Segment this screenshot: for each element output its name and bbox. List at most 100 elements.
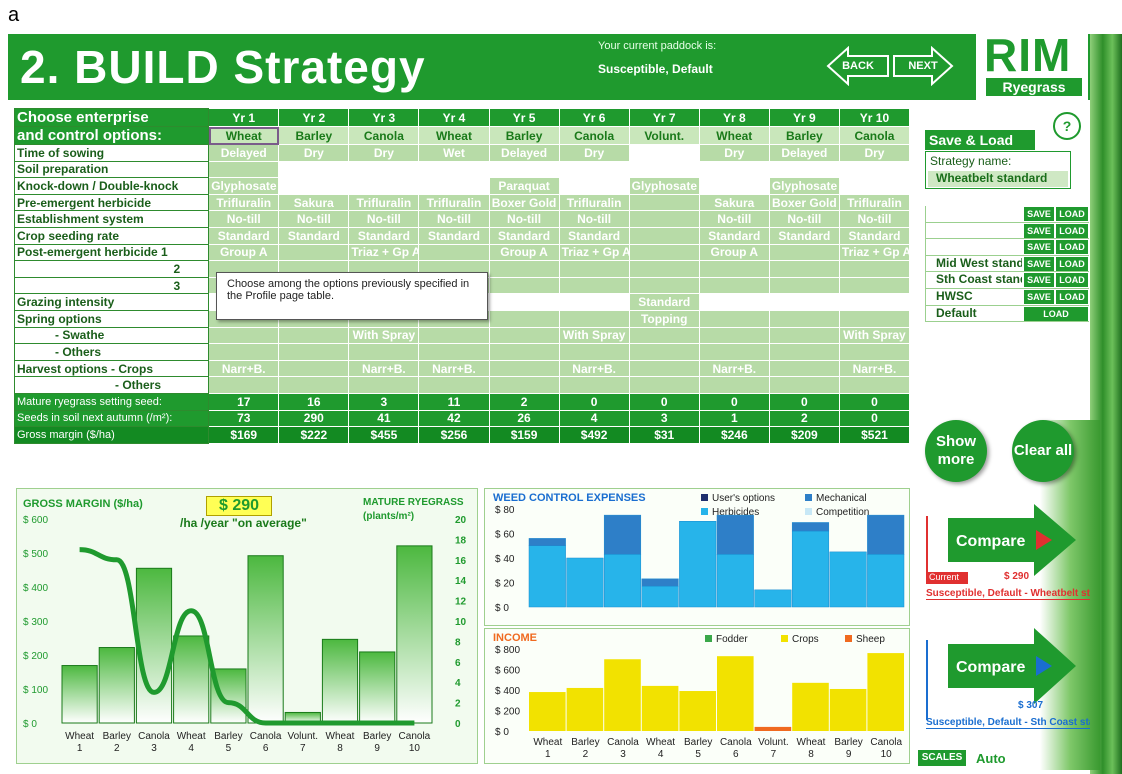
option-cell[interactable] <box>698 326 770 345</box>
option-cell[interactable]: Sakura <box>698 193 770 212</box>
crop-select[interactable]: Wheat <box>418 126 490 145</box>
option-cell[interactable]: Dry <box>558 144 630 162</box>
option-cell[interactable] <box>418 326 490 345</box>
option-cell[interactable] <box>488 276 560 295</box>
option-cell[interactable] <box>348 376 420 394</box>
option-cell[interactable] <box>558 343 630 361</box>
option-cell[interactable] <box>838 293 911 311</box>
option-cell[interactable] <box>488 309 560 328</box>
option-cell[interactable]: Triaz + Gp A <box>558 243 630 262</box>
option-cell[interactable] <box>628 326 700 345</box>
option-cell[interactable] <box>768 160 840 179</box>
option-cell[interactable] <box>698 293 770 311</box>
option-cell[interactable]: Glyphosate <box>768 177 840 195</box>
option-cell[interactable] <box>628 376 700 394</box>
crop-select[interactable]: Volunt. <box>628 126 700 145</box>
option-cell[interactable] <box>278 177 350 195</box>
crop-select[interactable]: Canola <box>838 126 911 145</box>
option-cell[interactable] <box>278 326 350 345</box>
option-cell[interactable] <box>488 160 560 179</box>
option-cell[interactable] <box>418 160 490 179</box>
help-button[interactable]: ? <box>1053 112 1081 140</box>
compare-button-1[interactable]: Compare <box>948 504 1078 581</box>
option-cell[interactable] <box>488 376 560 394</box>
option-cell[interactable] <box>628 226 700 245</box>
load-button[interactable]: LOAD <box>1056 273 1088 288</box>
option-cell[interactable] <box>348 177 420 195</box>
option-cell[interactable] <box>768 376 840 394</box>
option-cell[interactable]: No-till <box>418 210 490 228</box>
option-cell[interactable] <box>838 343 911 361</box>
option-cell[interactable]: Group A <box>488 243 560 262</box>
option-cell[interactable]: With Spray <box>558 326 630 345</box>
save-button[interactable]: SAVE <box>1024 240 1054 255</box>
option-cell[interactable]: Triaz + Gp A <box>838 243 911 262</box>
option-cell[interactable] <box>698 160 770 179</box>
back-button[interactable]: BACK <box>826 46 890 86</box>
option-cell[interactable] <box>628 260 700 278</box>
option-cell[interactable] <box>558 160 630 179</box>
option-cell[interactable] <box>558 309 630 328</box>
option-cell[interactable]: Standard <box>628 293 700 311</box>
option-cell[interactable] <box>488 343 560 361</box>
load-button[interactable]: LOAD <box>1056 256 1088 271</box>
option-cell[interactable] <box>418 376 490 394</box>
option-cell[interactable]: Standard <box>488 226 560 245</box>
option-cell[interactable] <box>278 160 350 179</box>
option-cell[interactable]: Standard <box>558 226 630 245</box>
option-cell[interactable]: Group A <box>208 243 280 262</box>
option-cell[interactable] <box>348 160 420 179</box>
option-cell[interactable] <box>628 243 700 262</box>
option-cell[interactable] <box>768 293 840 311</box>
option-cell[interactable] <box>698 177 770 195</box>
option-cell[interactable]: Dry <box>838 144 911 162</box>
option-cell[interactable] <box>488 326 560 345</box>
option-cell[interactable] <box>768 343 840 361</box>
load-button[interactable]: LOAD <box>1056 240 1088 255</box>
option-cell[interactable] <box>768 359 840 378</box>
option-cell[interactable] <box>208 376 280 394</box>
option-cell[interactable] <box>628 359 700 378</box>
option-cell[interactable]: Standard <box>208 226 280 245</box>
option-cell[interactable] <box>768 276 840 295</box>
load-button[interactable]: LOAD <box>1056 223 1088 238</box>
option-cell[interactable] <box>838 260 911 278</box>
option-cell[interactable] <box>698 376 770 394</box>
save-button[interactable]: SAVE <box>1024 256 1054 271</box>
option-cell[interactable]: Dry <box>348 144 420 162</box>
option-cell[interactable] <box>698 276 770 295</box>
option-cell[interactable] <box>278 343 350 361</box>
option-cell[interactable]: Glyphosate <box>628 177 700 195</box>
option-cell[interactable]: Narr+B. <box>558 359 630 378</box>
option-cell[interactable]: Narr+B. <box>348 359 420 378</box>
option-cell[interactable] <box>838 160 911 179</box>
option-cell[interactable] <box>698 343 770 361</box>
option-cell[interactable]: Standard <box>348 226 420 245</box>
save-button[interactable]: SAVE <box>1024 273 1054 288</box>
option-cell[interactable]: With Spray <box>348 326 420 345</box>
option-cell[interactable] <box>628 160 700 179</box>
option-cell[interactable] <box>628 276 700 295</box>
option-cell[interactable]: No-till <box>558 210 630 228</box>
option-cell[interactable]: Sakura <box>278 193 350 212</box>
option-cell[interactable]: Wet <box>418 144 490 162</box>
option-cell[interactable]: No-till <box>208 210 280 228</box>
option-cell[interactable] <box>418 243 490 262</box>
next-button[interactable]: NEXT <box>892 46 954 86</box>
scales-button[interactable]: SCALES <box>918 750 966 766</box>
option-cell[interactable] <box>278 243 350 262</box>
option-cell[interactable] <box>278 359 350 378</box>
option-cell[interactable] <box>208 343 280 361</box>
option-cell[interactable]: Standard <box>418 226 490 245</box>
strategy-name-input[interactable]: Wheatbelt standard <box>928 171 1068 187</box>
crop-select[interactable]: Canola <box>558 126 630 145</box>
option-cell[interactable]: Group A <box>698 243 770 262</box>
load-button[interactable]: LOAD <box>1056 289 1088 304</box>
option-cell[interactable] <box>488 359 560 378</box>
option-cell[interactable]: No-till <box>768 210 840 228</box>
option-cell[interactable]: Narr+B. <box>418 359 490 378</box>
option-cell[interactable] <box>838 177 911 195</box>
crop-select[interactable]: Barley <box>768 126 840 145</box>
save-button[interactable]: SAVE <box>1024 223 1054 238</box>
option-cell[interactable]: Delayed <box>768 144 840 162</box>
